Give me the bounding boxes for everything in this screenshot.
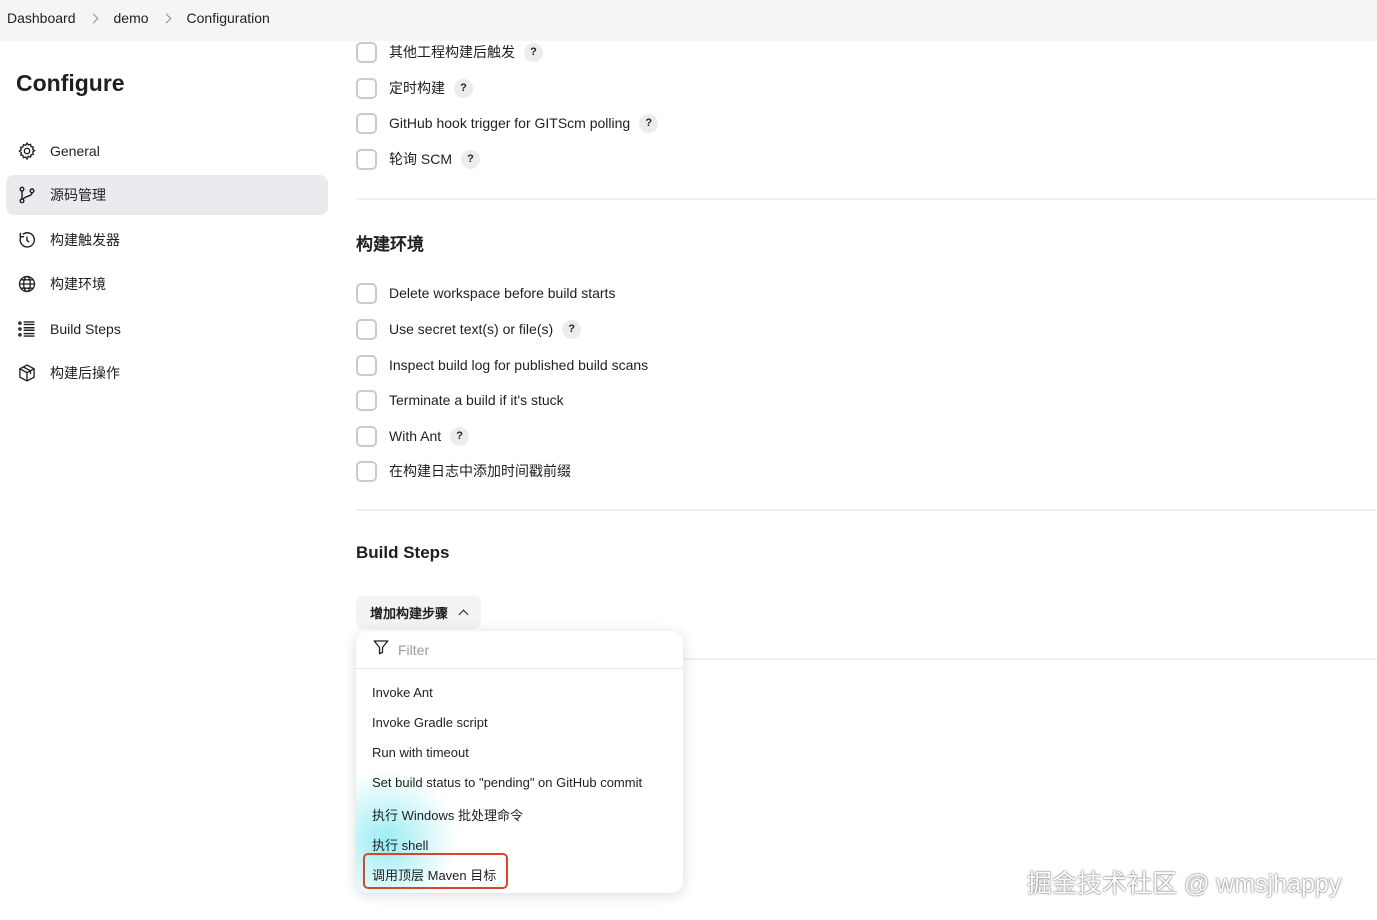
checkbox[interactable] — [356, 425, 377, 447]
section-divider — [356, 509, 1377, 511]
dropdown-item-invoke-ant[interactable]: Invoke Ant — [372, 685, 433, 700]
trigger-option: GitHub hook trigger for GITScm polling ? — [356, 112, 659, 134]
help-icon[interactable]: ? — [450, 426, 470, 446]
filter-bar — [356, 631, 683, 669]
checkbox[interactable] — [356, 389, 377, 411]
checkbox-label[interactable]: Inspect build log for published build sc… — [389, 357, 648, 373]
sidebar-item-label: Build Steps — [50, 321, 121, 337]
dropdown-item-set-build-status[interactable]: Set build status to "pending" on GitHub … — [372, 775, 642, 790]
sidebar-item-label: 构建触发器 — [50, 232, 120, 248]
gear-icon — [16, 140, 38, 162]
top-bar: Dashboard demo Configuration — [0, 0, 1377, 41]
box-icon — [16, 362, 38, 384]
trigger-option: 定时构建 ? — [356, 77, 473, 99]
trigger-option: 轮询 SCM ? — [356, 148, 480, 170]
sidebar-item-label: 构建环境 — [50, 276, 106, 292]
checkbox[interactable] — [356, 77, 377, 99]
chevron-right-icon — [88, 13, 98, 23]
chevron-up-icon — [458, 609, 469, 620]
checkbox[interactable] — [356, 41, 377, 63]
build-env-option: 在构建日志中添加时间戳前缀 — [356, 460, 571, 482]
checkbox[interactable] — [356, 318, 377, 340]
breadcrumb-dashboard[interactable]: Dashboard — [7, 10, 76, 26]
clock-icon — [16, 229, 38, 251]
breadcrumb-demo[interactable]: demo — [114, 10, 149, 26]
filter-icon — [372, 638, 390, 661]
sidebar-item-triggers[interactable]: 构建触发器 — [6, 220, 328, 260]
sidebar-item-build-steps[interactable]: Build Steps — [6, 309, 328, 349]
help-icon[interactable]: ? — [639, 113, 659, 133]
checkbox-label[interactable]: 轮询 SCM — [389, 149, 452, 169]
checkbox-label[interactable]: 其他工程构建后触发 — [389, 42, 515, 62]
help-icon[interactable]: ? — [562, 319, 582, 339]
dropdown-item-windows-batch[interactable]: 执行 Windows 批处理命令 — [372, 805, 523, 824]
help-icon[interactable]: ? — [461, 149, 480, 169]
add-build-step-button[interactable]: 增加构建步骤 — [356, 596, 482, 629]
checkbox-label[interactable]: 在构建日志中添加时间戳前缀 — [389, 461, 571, 481]
checkbox[interactable] — [356, 354, 377, 376]
checkbox-label[interactable]: Use secret text(s) or file(s) — [389, 321, 553, 337]
checkbox-label[interactable]: Delete workspace before build starts — [389, 285, 615, 301]
dropdown-item-invoke-gradle[interactable]: Invoke Gradle script — [372, 715, 488, 730]
page-title: Configure — [16, 70, 125, 96]
dropdown-item-shell[interactable]: 执行 shell — [372, 835, 428, 854]
highlight-box — [363, 853, 508, 889]
checkbox[interactable] — [356, 148, 377, 170]
sidebar-item-scm[interactable]: 源码管理 — [6, 175, 328, 215]
sidebar-item-label: 源码管理 — [50, 187, 106, 203]
sidebar-item-post-build[interactable]: 构建后操作 — [6, 353, 328, 393]
breadcrumb-configuration[interactable]: Configuration — [187, 10, 270, 26]
chevron-right-icon — [161, 13, 171, 23]
git-branch-icon — [16, 184, 38, 206]
breadcrumb: Dashboard demo Configuration — [7, 10, 270, 26]
watermark: 掘金技术社区 @ wmsjhappy — [1027, 870, 1342, 898]
list-icon — [16, 318, 38, 340]
checkbox[interactable] — [356, 460, 377, 482]
help-icon[interactable]: ? — [454, 78, 473, 98]
sidebar-item-label: General — [50, 143, 100, 159]
globe-icon — [16, 273, 38, 295]
section-title-build-env: 构建环境 — [356, 235, 424, 254]
checkbox-label[interactable]: Terminate a build if it's stuck — [389, 392, 564, 408]
section-title-build-steps: Build Steps — [356, 543, 450, 562]
sidebar-item-label: 构建后操作 — [50, 365, 120, 381]
add-build-step-label: 增加构建步骤 — [370, 606, 449, 621]
build-env-option: With Ant ? — [356, 425, 470, 447]
dropdown-item-run-with-timeout[interactable]: Run with timeout — [372, 745, 469, 760]
build-env-option: Delete workspace before build starts — [356, 282, 615, 304]
checkbox[interactable] — [356, 112, 377, 134]
build-env-option: Use secret text(s) or file(s) ? — [356, 318, 582, 340]
trigger-option: 其他工程构建后触发 ? — [356, 41, 543, 63]
build-env-option: Terminate a build if it's stuck — [356, 389, 564, 411]
help-icon[interactable]: ? — [524, 42, 543, 62]
checkbox-label[interactable]: 定时构建 — [389, 78, 445, 98]
build-step-dropdown: Invoke Ant Invoke Gradle script Run with… — [356, 631, 683, 893]
build-env-option: Inspect build log for published build sc… — [356, 354, 648, 376]
checkbox-label[interactable]: GitHub hook trigger for GITScm polling — [389, 115, 630, 131]
sidebar-item-build-env[interactable]: 构建环境 — [6, 264, 328, 304]
checkbox-label[interactable]: With Ant — [389, 428, 441, 444]
checkbox[interactable] — [356, 282, 377, 304]
section-divider — [356, 198, 1377, 200]
filter-input[interactable] — [398, 641, 658, 658]
sidebar-item-general[interactable]: General — [6, 131, 328, 171]
